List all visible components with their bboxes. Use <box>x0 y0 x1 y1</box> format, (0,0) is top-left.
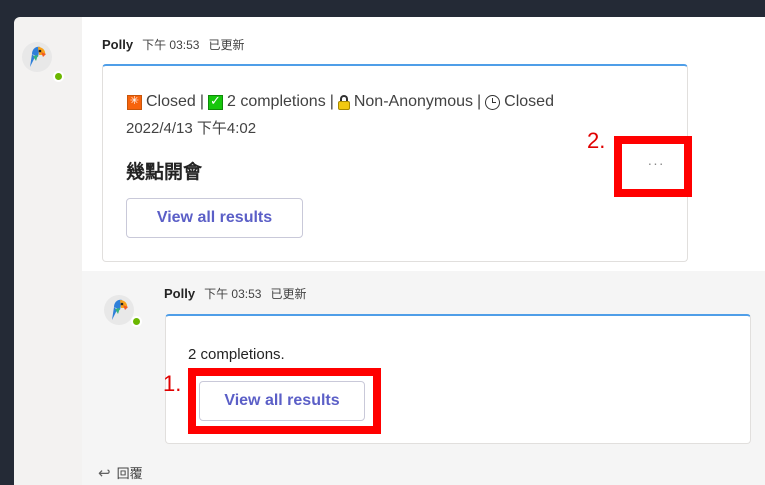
avatar[interactable] <box>104 295 134 325</box>
presence-available-icon <box>131 316 142 327</box>
parrot-avatar-icon <box>112 299 128 320</box>
closed-label: Closed <box>146 93 196 110</box>
completions-text: 2 completions. <box>188 346 285 363</box>
poll-question: 幾點開會 <box>126 162 203 183</box>
reply-link[interactable]: ↩ 回覆 <box>98 463 143 482</box>
timestamp: 下午 03:53 <box>142 38 200 52</box>
closed-status-icon <box>127 94 142 110</box>
check-icon <box>207 93 223 110</box>
clock-icon <box>485 94 501 110</box>
annotation-label-2: 2. <box>587 128 606 153</box>
completions-label: 2 completions <box>226 93 326 110</box>
sender-name[interactable]: Polly <box>164 286 195 301</box>
annotation-box-1 <box>188 368 381 434</box>
lock-icon <box>337 94 350 110</box>
reply-label: 回覆 <box>116 466 143 481</box>
annotation-label-1: 1. <box>163 371 182 396</box>
poll-card: Closed | 2 completions | Non-Anonymous |… <box>102 64 688 262</box>
annotation-box-2 <box>614 136 692 197</box>
message-header: Polly 下午 03:53 已更新 <box>102 36 244 53</box>
view-all-results-button[interactable]: View all results <box>126 198 303 238</box>
edited-label: 已更新 <box>270 287 307 301</box>
parrot-avatar-icon <box>30 46 46 67</box>
timestamp: 下午 03:53 <box>204 287 262 301</box>
edited-label: 已更新 <box>208 38 245 52</box>
separator: | <box>477 93 482 110</box>
separator: | <box>329 93 334 110</box>
presence-available-icon <box>53 71 64 82</box>
sender-name[interactable]: Polly <box>102 37 133 52</box>
poll-status-line: Closed | 2 completions | Non-Anonymous |… <box>127 93 554 111</box>
anonymity-label: Non-Anonymous <box>353 93 474 110</box>
deadline-label: Closed <box>504 93 554 110</box>
poll-date: 2022/4/13 下午4:02 <box>126 120 257 137</box>
separator: | <box>199 93 204 110</box>
message-header: Polly 下午 03:53 已更新 <box>164 285 306 302</box>
reply-arrow-icon: ↩ <box>98 464 111 482</box>
avatar[interactable] <box>22 42 52 72</box>
